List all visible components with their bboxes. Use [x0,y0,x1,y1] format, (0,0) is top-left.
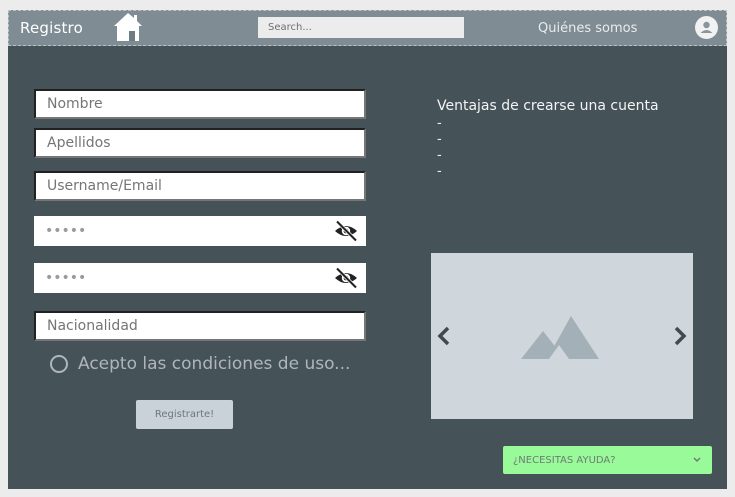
search-input[interactable] [258,17,464,38]
apellidos-field[interactable] [34,128,366,158]
password-confirm-value: ••••• [45,270,87,286]
benefit-item: - [437,148,442,163]
username-email-field[interactable] [34,171,366,201]
user-avatar-icon[interactable] [695,16,718,39]
register-button[interactable]: Registrarte! [136,400,233,429]
chevron-down-icon [693,457,701,463]
eye-off-icon[interactable] [334,267,358,289]
help-label: ¿NECESITAS AYUDA? [513,454,616,466]
eye-off-icon[interactable] [334,220,358,242]
top-navbar: Registro Quiénes somos [8,10,727,46]
password-value: ••••• [45,223,87,239]
chevron-left-icon[interactable] [436,325,452,347]
terms-checkbox-row[interactable]: Acepto las condiciones de uso... [50,354,350,374]
nacionalidad-field[interactable] [34,311,366,341]
password-field[interactable]: ••••• [34,216,366,246]
benefit-item: - [437,132,442,147]
chevron-right-icon[interactable] [672,325,688,347]
brand-title[interactable]: Registro [20,19,83,37]
terms-label: Acepto las condiciones de uso... [78,354,351,374]
image-carousel [431,253,693,419]
benefit-item: - [437,164,442,179]
home-icon[interactable] [111,11,145,43]
mountain-image-icon [521,316,599,359]
benefits-title: Ventajas de crearse una cuenta [437,98,659,114]
password-confirm-field[interactable]: ••••• [34,263,366,293]
about-link[interactable]: Quiénes somos [538,21,637,36]
help-button[interactable]: ¿NECESITAS AYUDA? [503,446,712,474]
benefit-item: - [437,116,442,131]
nombre-field[interactable] [34,89,366,119]
terms-radio[interactable] [50,355,68,373]
